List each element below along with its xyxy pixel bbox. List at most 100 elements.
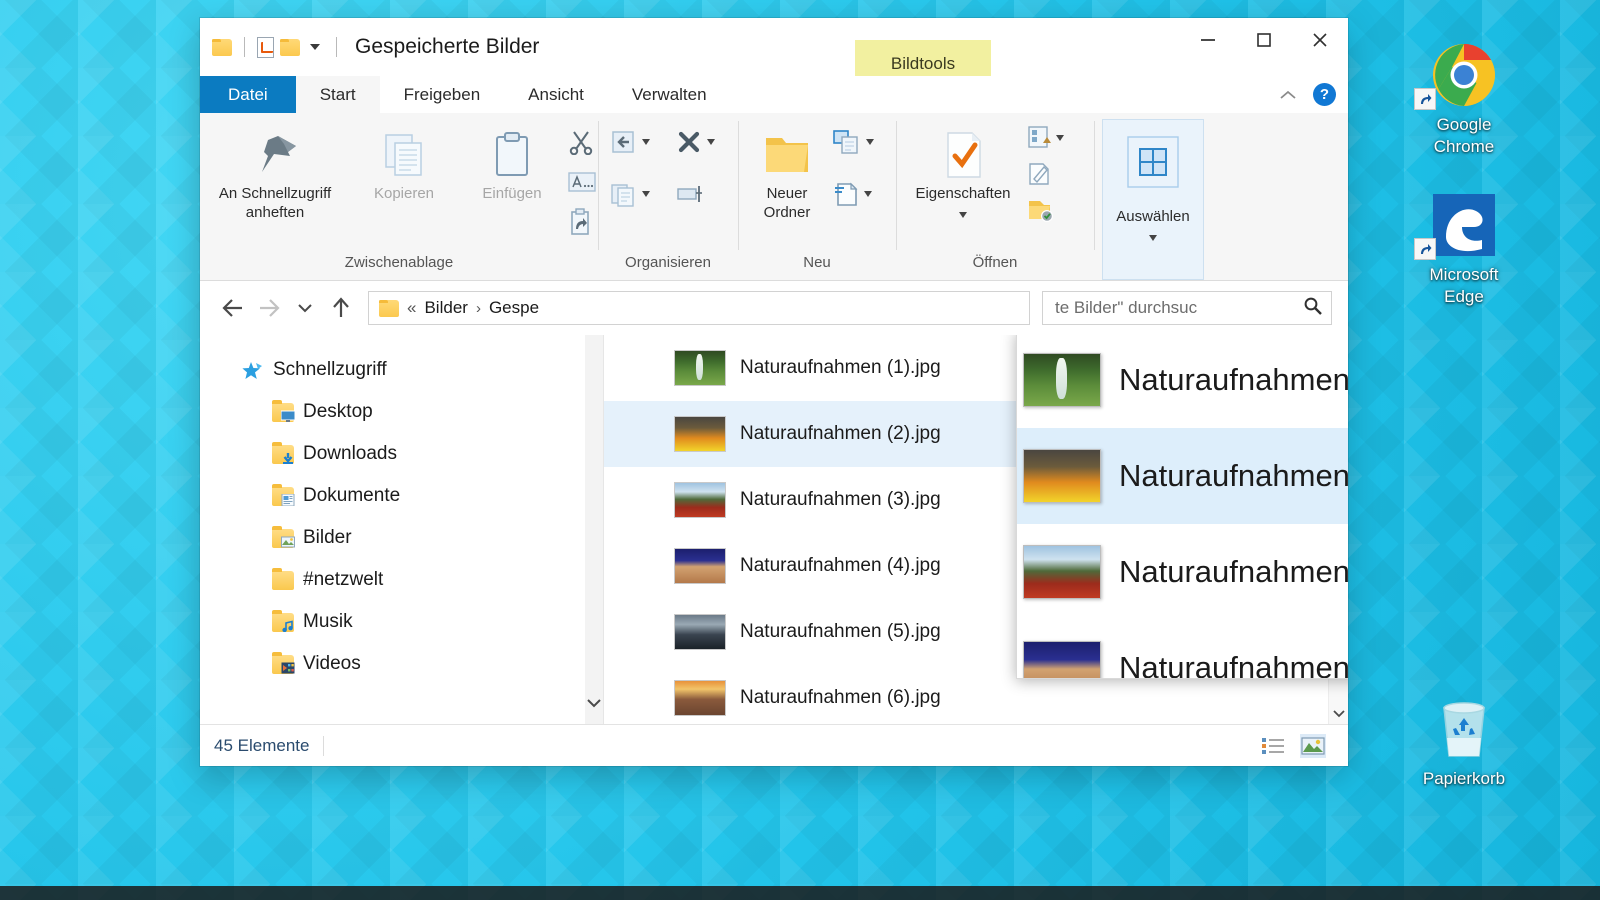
copy-path-button[interactable] (568, 165, 596, 199)
new-folder-big-icon (762, 125, 812, 185)
desktop-icon-label: Papierkorb (1422, 769, 1506, 788)
customize-chevron-icon[interactable] (310, 44, 320, 50)
new-item-icon (833, 130, 858, 154)
copy-button[interactable]: Kopieren (350, 121, 458, 204)
maximize-button[interactable] (1236, 18, 1292, 62)
desktop-icon-papierkorb[interactable]: Papierkorb (1408, 690, 1520, 790)
easy-access-button[interactable] (832, 177, 874, 211)
clipboard-small-buttons (566, 121, 598, 239)
file-name: Naturaufnahmen (3).jpg (740, 489, 941, 510)
breadcrumb-item-bilder[interactable]: Bilder (424, 298, 467, 318)
tab-freigeben[interactable]: Freigeben (380, 76, 505, 113)
chevron-down-icon[interactable] (642, 191, 650, 197)
delete-button[interactable] (675, 125, 715, 159)
paste-button[interactable]: Einfügen (458, 121, 566, 204)
sidebar-item-label: Videos (303, 653, 361, 674)
tab-start[interactable]: Start (295, 76, 380, 113)
taskbar (0, 886, 1600, 900)
move-to-button[interactable] (610, 125, 650, 159)
tab-ansicht[interactable]: Ansicht (504, 76, 608, 113)
select-button[interactable]: Auswählen (1102, 119, 1204, 280)
search-icon[interactable] (1303, 296, 1323, 321)
chevron-down-icon[interactable] (642, 139, 650, 145)
open-small-buttons (1024, 121, 1066, 225)
large-icons-icon (1301, 737, 1325, 755)
pin-to-quick-access-button[interactable]: An Schnellzugriff anheften (200, 121, 350, 223)
properties-button[interactable]: Eigenschaften (902, 121, 1024, 218)
chevron-down-icon[interactable] (586, 696, 602, 714)
view-buttons (1260, 725, 1326, 767)
navigation-pane-scrollbar[interactable] (585, 335, 603, 724)
chevron-down-icon[interactable] (959, 211, 967, 218)
chevron-down-icon[interactable] (707, 139, 715, 145)
breadcrumb[interactable]: « Bilder › Gespe (368, 291, 1030, 325)
content-area: Schnellzugriff Desktop Downloads Dokumen… (200, 335, 1348, 724)
close-button[interactable] (1292, 18, 1348, 62)
recent-locations-button[interactable] (288, 291, 322, 325)
scroll-down-arrow-icon[interactable] (1329, 702, 1348, 724)
popup-list-item[interactable]: Naturaufnahmen (1).jpg (1017, 335, 1348, 428)
folder-icon[interactable] (212, 38, 232, 56)
desktop-icon-google-chrome[interactable]: Google Chrome (1408, 36, 1520, 158)
sidebar-item-videos[interactable]: Videos (200, 643, 603, 685)
organize-right-buttons (673, 121, 717, 211)
tab-datei[interactable]: Datei (200, 76, 296, 113)
chevron-down-icon[interactable] (864, 191, 872, 197)
paste-shortcut-button[interactable] (568, 205, 596, 239)
details-view-button[interactable] (1260, 734, 1286, 758)
file-name: Naturaufnahmen (4).jpg (1119, 650, 1348, 679)
popup-list-item[interactable]: Naturaufnahmen (4).jpg (1017, 620, 1348, 679)
button-label: Auswählen (1116, 208, 1190, 225)
chevron-down-icon[interactable] (1056, 135, 1064, 141)
ribbon-tab-strip: Datei Start Freigeben Ansicht Verwalten … (200, 76, 1348, 113)
rename-button[interactable] (675, 177, 715, 211)
sidebar-item-musik[interactable]: Musik (200, 601, 603, 643)
help-button[interactable]: ? (1313, 83, 1336, 106)
up-button[interactable] (324, 291, 358, 325)
rename-icon (677, 186, 702, 202)
breadcrumb-item-gespeicherte-bilder[interactable]: Gespe (489, 298, 539, 318)
minimize-button[interactable] (1180, 18, 1236, 62)
ribbon-right-controls: ? (1277, 76, 1336, 113)
new-folder-button[interactable]: Neuer Ordner (744, 121, 830, 223)
popup-list-item[interactable]: Naturaufnahmen (2).jpg (1017, 428, 1348, 524)
thumbnail-hover-popup: Naturaufnahmen (1).jpg Naturaufnahmen (2… (1016, 335, 1348, 679)
button-label: An Schnellzugriff anheften (218, 185, 332, 221)
sidebar-item-label: Downloads (303, 443, 397, 464)
divider (336, 37, 337, 57)
file-thumbnail (674, 614, 726, 650)
back-button[interactable] (216, 291, 250, 325)
group-label: Organisieren (625, 254, 711, 271)
copy-to-button[interactable] (610, 177, 650, 211)
group-label: Neu (803, 254, 831, 271)
edit-icon (1029, 163, 1049, 185)
chevron-down-icon[interactable] (866, 139, 874, 145)
button-label: Neuer Ordner (763, 185, 811, 221)
breadcrumb-overflow[interactable]: « (407, 298, 416, 318)
plain-folder-icon (272, 567, 294, 590)
new-folder-icon[interactable] (280, 38, 300, 56)
desktop-icon-label: Google Chrome (1433, 115, 1495, 156)
desktop-icon-microsoft-edge[interactable]: Microsoft Edge (1408, 186, 1520, 308)
file-name: Naturaufnahmen (3).jpg (1119, 554, 1348, 589)
sidebar-item-netzwelt[interactable]: #netzwelt (200, 559, 603, 601)
sidebar-item-dokumente[interactable]: Dokumente (200, 475, 603, 517)
cut-button[interactable] (568, 125, 596, 159)
navigation-bar: « Bilder › Gespe te Bilder" durchsuc (200, 281, 1348, 335)
popup-list-item[interactable]: Naturaufnahmen (3).jpg (1017, 524, 1348, 620)
edit-button[interactable] (1026, 159, 1064, 189)
search-input[interactable]: te Bilder" durchsuc (1042, 291, 1332, 325)
forward-button[interactable] (252, 291, 286, 325)
sidebar-item-downloads[interactable]: Downloads (200, 433, 603, 475)
new-item-button[interactable] (832, 125, 874, 159)
chevron-up-icon[interactable] (1277, 84, 1299, 106)
tab-verwalten[interactable]: Verwalten (608, 76, 731, 113)
history-button[interactable] (1026, 195, 1064, 225)
sidebar-item-bilder[interactable]: Bilder (200, 517, 603, 559)
large-icons-view-button[interactable] (1300, 734, 1326, 758)
chevron-down-icon[interactable] (1149, 235, 1157, 241)
sidebar-item-desktop[interactable]: Desktop (200, 391, 603, 433)
properties-icon[interactable] (257, 36, 274, 58)
sidebar-item-schnellzugriff[interactable]: Schnellzugriff (200, 349, 603, 391)
open-with-button[interactable] (1026, 123, 1064, 153)
